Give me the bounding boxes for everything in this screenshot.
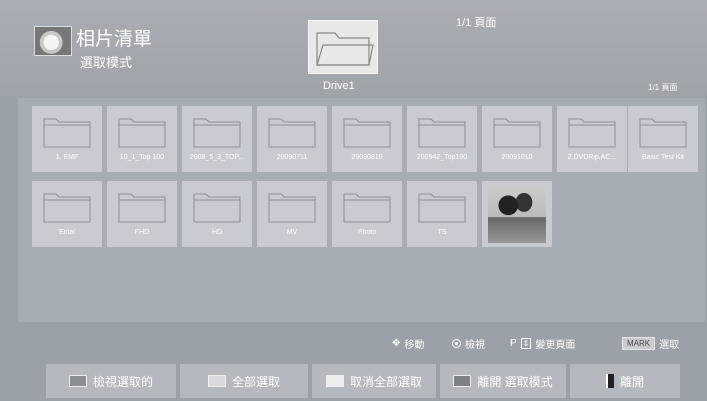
green-key-icon <box>207 375 226 387</box>
folder-icon <box>118 118 166 148</box>
folder-label: 20090810 <box>351 154 383 161</box>
folder-item[interactable]: FHD <box>107 181 177 247</box>
folder-item[interactable]: MV <box>257 181 327 247</box>
folder-item[interactable]: 20090711 <box>257 106 327 172</box>
folder-label: 2008_5_3_TOP... <box>189 154 245 161</box>
exit-icon <box>605 374 614 388</box>
select-all-button[interactable]: 全部選取 <box>180 364 308 398</box>
photo-image <box>488 185 546 243</box>
folder-label: Ental <box>59 229 75 236</box>
folder-icon <box>43 118 91 148</box>
folder-item[interactable]: 2.DVDRip.AC... <box>557 106 627 172</box>
move-arrows-icon: ✥ <box>392 338 401 349</box>
legend-move: ✥ 移動 <box>392 338 425 351</box>
folder-icon <box>343 193 391 223</box>
folder-item[interactable]: Ental <box>32 181 102 247</box>
folder-item[interactable]: Basic Test Kit <box>628 106 698 172</box>
folder-label: 200942_Top100 <box>416 154 468 161</box>
photo-thumbnail[interactable] <box>482 181 552 247</box>
app-title: 相片清單 <box>76 29 153 50</box>
key-legend: ✥ 移動 檢視 P ⇕ 變更頁面 MARK 選取 <box>0 330 707 356</box>
folder-icon <box>568 118 616 148</box>
photo-app-icon <box>34 26 72 56</box>
drive-label: Drive1 <box>323 80 355 92</box>
folder-icon <box>493 118 541 148</box>
exit-button[interactable]: 離開 <box>570 364 680 398</box>
legend-mark: MARK 選取 <box>622 336 679 351</box>
red-key-icon <box>68 375 87 387</box>
legend-view: 檢視 <box>452 336 485 351</box>
exit-select-mode-button[interactable]: 離開 選取模式 <box>440 364 566 398</box>
page-updown-icon: ⇕ <box>520 338 532 349</box>
view-selected-button[interactable]: 檢視選取的 <box>46 364 176 398</box>
action-bar: 檢視選取的 全部選取 取消全部選取 離開 選取模式 離開 <box>46 364 680 398</box>
folder-item[interactable]: 10_1_Top 100 <box>107 106 177 172</box>
folder-icon <box>193 193 241 223</box>
folder-label: MV <box>286 229 298 236</box>
folder-item[interactable]: Photo <box>332 181 402 247</box>
folder-icon <box>118 193 166 223</box>
header: 相片清單 選取模式 Drive1 1/1 頁面 1/1 頁面 <box>0 0 707 96</box>
deselect-all-button[interactable]: 取消全部選取 <box>312 364 436 398</box>
folder-icon <box>639 118 687 148</box>
blue-key-icon <box>453 375 472 387</box>
mode-subtitle: 選取模式 <box>80 55 133 70</box>
drive-folder-icon[interactable] <box>308 20 378 74</box>
folder-item[interactable]: 20091010 <box>482 106 552 172</box>
folder-icon <box>268 193 316 223</box>
folder-label: HD <box>211 229 223 236</box>
ok-button-icon <box>452 339 461 348</box>
page-indicator-right: 1/1 頁面 <box>648 83 678 92</box>
folder-icon <box>43 193 91 223</box>
folder-item[interactable]: TS <box>407 181 477 247</box>
folder-item[interactable]: 2008_5_3_TOP... <box>182 106 252 172</box>
folder-label: Photo <box>357 229 377 236</box>
folder-label: 2.DVDRip.AC... <box>567 154 617 161</box>
folder-icon <box>418 193 466 223</box>
folder-item[interactable]: HD <box>182 181 252 247</box>
folder-grid: 1. EMF 10_1_Top 100 2008_5_3_TOP... 2009… <box>18 98 705 322</box>
folder-label: 20090711 <box>276 154 308 161</box>
folder-item[interactable]: 1. EMF <box>32 106 102 172</box>
folder-item[interactable]: 200942_Top100 <box>407 106 477 172</box>
folder-label: 20091010 <box>501 154 533 161</box>
page-indicator-top: 1/1 頁面 <box>456 17 497 29</box>
folder-item[interactable]: 20090810 <box>332 106 402 172</box>
yellow-key-icon <box>325 375 344 387</box>
folder-label: TS <box>437 229 447 236</box>
folder-label: Basic Test Kit <box>642 154 684 161</box>
folder-icon <box>193 118 241 148</box>
folder-label: 1. EMF <box>55 154 79 161</box>
folder-icon <box>418 118 466 148</box>
folder-label: FHD <box>134 229 150 236</box>
folder-icon <box>343 118 391 148</box>
folder-icon <box>268 118 316 148</box>
folder-label: 10_1_Top 100 <box>119 154 165 161</box>
legend-page: P ⇕ 變更頁面 <box>510 338 576 351</box>
